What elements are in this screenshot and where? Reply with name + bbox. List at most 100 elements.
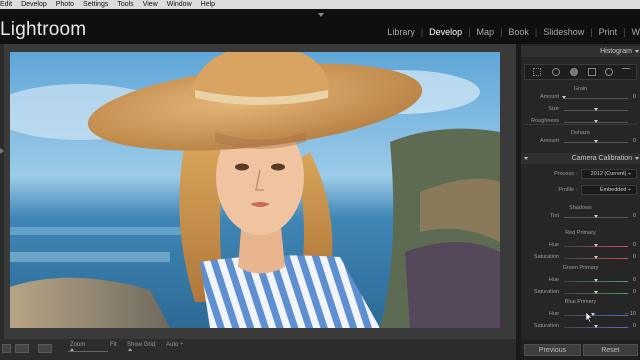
slider-knob[interactable] — [594, 120, 598, 123]
process-label: Process : — [554, 171, 577, 177]
module-develop[interactable]: Develop — [429, 27, 462, 37]
module-separator: | — [420, 27, 424, 37]
tool-strip — [524, 64, 637, 80]
histogram-header[interactable]: Histogram — [521, 46, 640, 57]
module-header: Lightroom Library | Develop | Map | Book | Slide… — [0, 9, 640, 44]
slider-knob[interactable] — [594, 140, 598, 143]
module-library[interactable]: Library — [387, 27, 415, 37]
calibration-toggle-icon[interactable] — [524, 157, 528, 160]
show-grid-select[interactable]: Auto ÷ — [166, 342, 183, 348]
slider-label: Amount — [540, 94, 559, 100]
module-slideshow[interactable]: Slideshow — [543, 27, 584, 37]
slider-track[interactable] — [564, 98, 628, 99]
red-primary-hue-row: Hue 0 — [521, 242, 640, 250]
collapse-top-panel-icon[interactable] — [318, 13, 324, 17]
slider-knob[interactable] — [594, 244, 598, 247]
menu-photo[interactable]: Photo — [52, 0, 79, 9]
slider-knob[interactable] — [562, 96, 566, 99]
process-dropdown[interactable]: Process : 2012 (Current) ÷ — [521, 169, 640, 179]
slider-value[interactable]: – 10 — [625, 311, 636, 317]
slider-label: Hue — [548, 311, 559, 317]
slider-label: Saturation — [533, 289, 559, 295]
crop-icon[interactable] — [533, 68, 541, 76]
collapse-icon[interactable] — [635, 50, 639, 53]
module-separator: | — [500, 27, 503, 37]
graduated-filter-icon[interactable] — [588, 68, 596, 76]
menu-develop[interactable]: Develop — [17, 0, 52, 9]
grain-size-row: Size — [521, 106, 640, 114]
red-eye-icon[interactable] — [570, 68, 578, 76]
slider-label: Hue — [548, 277, 559, 283]
slider-knob[interactable] — [594, 291, 598, 294]
module-book[interactable]: Book — [508, 27, 529, 37]
slider-label: Tint — [550, 213, 559, 219]
slider-value[interactable]: 0 — [633, 277, 636, 283]
slider-track[interactable] — [564, 315, 628, 316]
module-separator: | — [534, 27, 538, 37]
slider-value[interactable]: 0 — [633, 323, 636, 329]
menu-view[interactable]: View — [139, 0, 163, 9]
menu-help[interactable]: Help — [197, 0, 220, 9]
spot-removal-icon[interactable] — [552, 68, 560, 76]
camera-calibration-header[interactable]: Camera Calibration — [521, 153, 640, 164]
grid-knob[interactable] — [128, 348, 132, 351]
green-primary-title: Green Primary — [562, 265, 599, 271]
zoom-fit-label[interactable]: Fit — [110, 342, 117, 348]
adjustment-brush-icon[interactable] — [622, 68, 630, 76]
slider-value[interactable]: 0 — [633, 213, 636, 219]
profile-label: Profile : — [558, 187, 577, 193]
before-after-icon[interactable] — [15, 344, 29, 353]
module-print[interactable]: Print — [599, 27, 618, 37]
slider-knob[interactable] — [594, 108, 598, 111]
slider-knob[interactable] — [594, 215, 598, 218]
shadows-tint-row: Tint 0 — [521, 213, 640, 221]
menu-window[interactable]: Window — [163, 0, 197, 9]
slider-value[interactable]: 0 — [633, 94, 636, 100]
module-map[interactable]: Map — [477, 27, 495, 37]
previous-button[interactable]: Previous — [524, 344, 581, 356]
slider-label: Saturation — [533, 254, 559, 260]
menu-edit[interactable]: Edit — [0, 0, 17, 9]
profile-dropdown[interactable]: Profile : Embedded ÷ — [521, 185, 640, 195]
slider-knob[interactable] — [594, 279, 598, 282]
slider-value[interactable]: 0 — [633, 289, 636, 295]
module-separator: | — [468, 27, 471, 37]
photo-preview[interactable] — [10, 52, 500, 328]
mouse-pointer-icon — [586, 312, 592, 323]
slider-knob[interactable] — [594, 325, 598, 328]
slider-label: Amount — [540, 138, 559, 144]
process-value[interactable]: 2012 (Current) ÷ — [581, 169, 637, 179]
right-panel: Histogram Grain Amount 0 Size Roughness Deh… — [521, 44, 640, 360]
grain-title: Grain — [573, 86, 588, 92]
zoom-slider-track[interactable] — [68, 351, 108, 352]
module-separator: | — [623, 27, 626, 37]
image-canvas — [4, 44, 516, 339]
profile-value[interactable]: Embedded ÷ — [581, 185, 637, 195]
collapse-icon[interactable] — [635, 157, 639, 160]
grain-amount-row: Amount 0 — [521, 94, 640, 102]
camera-calibration-title: Camera Calibration — [571, 155, 632, 162]
dehaze-amount-row: Amount 0 — [521, 138, 640, 146]
zoom-slider-knob[interactable] — [70, 348, 74, 351]
red-primary-title: Red Primary — [565, 230, 596, 236]
compare-view-icon[interactable] — [38, 344, 52, 353]
green-primary-hue-row: Hue 0 — [521, 277, 640, 285]
slider-knob[interactable] — [594, 256, 598, 259]
slider-label: Hue — [548, 242, 559, 248]
slider-value[interactable]: 0 — [633, 254, 636, 260]
loupe-view-icon[interactable] — [2, 344, 11, 353]
slider-label: Size — [548, 106, 559, 112]
radial-filter-icon[interactable] — [605, 68, 613, 76]
reset-button[interactable]: Reset — [583, 344, 638, 356]
menu-settings[interactable]: Settings — [79, 0, 113, 9]
blue-primary-title: Blue Primary — [564, 299, 597, 305]
blue-primary-hue-row: Hue – 10 — [521, 311, 640, 319]
slider-value[interactable]: 0 — [633, 138, 636, 144]
menu-tools[interactable]: Tools — [113, 0, 138, 9]
menu-bar: Edit Develop Photo Settings Tools View W… — [0, 0, 640, 9]
module-w[interactable]: W — [632, 27, 640, 37]
slider-value[interactable]: 0 — [633, 242, 636, 248]
develop-toolbar: Zoom Fit Show Grid: Auto ÷ — [0, 339, 516, 360]
divider — [524, 124, 637, 125]
dehaze-title: Dehaze — [571, 130, 590, 136]
